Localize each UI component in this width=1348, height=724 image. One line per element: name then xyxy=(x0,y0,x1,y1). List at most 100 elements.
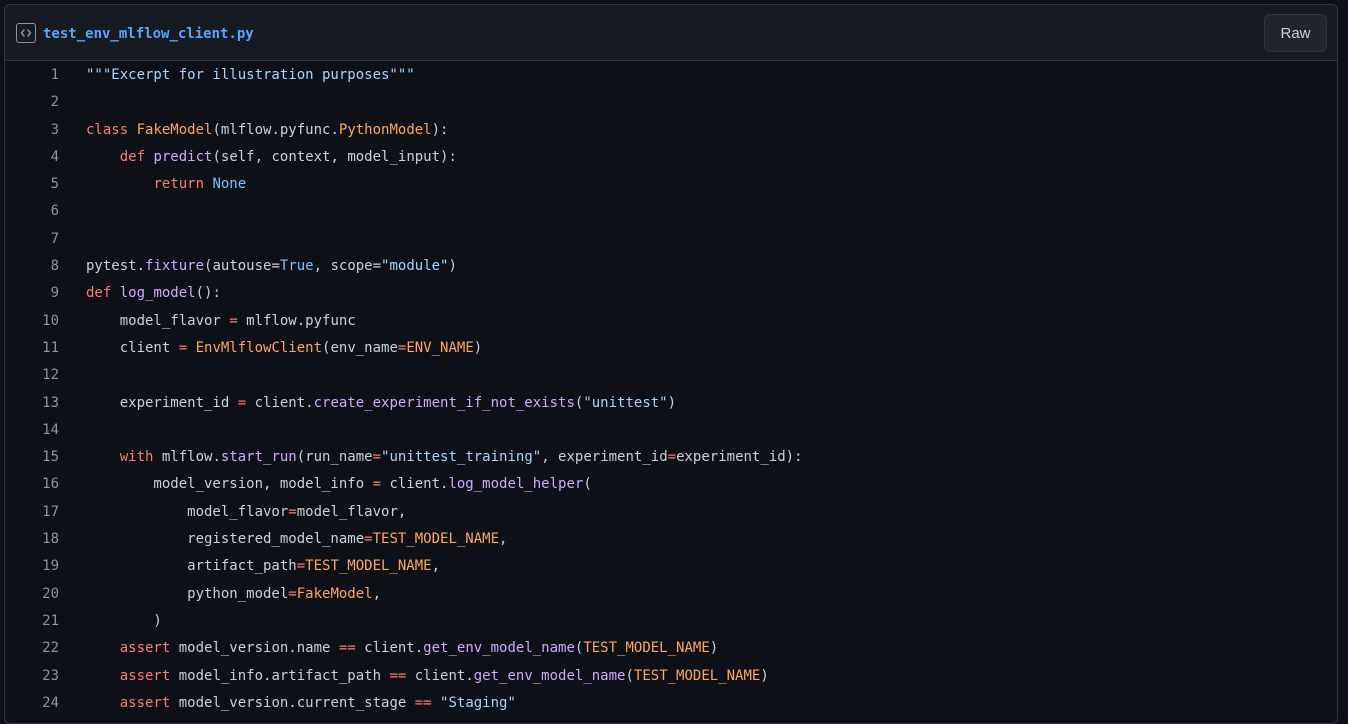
line-number[interactable]: 13 xyxy=(5,390,59,417)
line-number[interactable]: 11 xyxy=(5,335,59,362)
code-token: client. xyxy=(355,640,424,657)
code-token: == xyxy=(389,667,407,684)
code-line: 14 xyxy=(5,417,1337,444)
code-token: , xyxy=(431,558,441,575)
code-token: ) xyxy=(473,339,483,356)
code-line: 19 artifact_path=TEST_MODEL_NAME, xyxy=(5,553,1337,580)
code-token: = xyxy=(667,449,677,466)
code-line: 20 python_model=FakeModel, xyxy=(5,581,1337,608)
line-number[interactable]: 14 xyxy=(5,417,59,444)
line-number[interactable]: 20 xyxy=(5,581,59,608)
code-text: python_model=FakeModel, xyxy=(59,581,381,608)
code-token: , experiment_id xyxy=(541,449,668,466)
code-token: fixture xyxy=(145,258,205,275)
code-line: 23 assert model_info.artifact_path == cl… xyxy=(5,663,1337,690)
code-token: True xyxy=(279,258,314,275)
code-icon xyxy=(16,22,36,43)
code-text: registered_model_name=TEST_MODEL_NAME, xyxy=(59,526,507,553)
code-text: """Excerpt for illustration purposes""" xyxy=(59,62,415,89)
line-number[interactable]: 8 xyxy=(5,253,59,280)
line-number[interactable]: 10 xyxy=(5,308,59,335)
code-token: get_env_model_name xyxy=(473,667,626,684)
line-number[interactable]: 24 xyxy=(5,690,59,717)
code-text: experiment_id = client.create_experiment… xyxy=(59,390,676,417)
code-token: client. xyxy=(406,667,474,684)
code-token: ): xyxy=(431,121,449,138)
code-text: assert model_version.current_stage == "S… xyxy=(59,690,516,717)
line-number[interactable]: 23 xyxy=(5,663,59,690)
line-number[interactable]: 1 xyxy=(5,62,59,89)
code-line: 5 return None xyxy=(5,171,1337,198)
code-token: None xyxy=(212,176,247,193)
code-token: = xyxy=(229,312,238,329)
code-token: (run_name xyxy=(296,449,373,466)
code-line: 6 xyxy=(5,198,1337,225)
code-token: (mlflow.pyfunc. xyxy=(212,121,339,138)
code-token: = xyxy=(288,503,297,520)
code-line: 22 assert model_version.name == client.g… xyxy=(5,635,1337,662)
line-number[interactable]: 2 xyxy=(5,89,59,116)
code-listing: 1 """Excerpt for illustration purposes"""… xyxy=(5,61,1337,717)
code-token: ) xyxy=(709,640,719,657)
code-token: == xyxy=(414,694,432,711)
code-token: """Excerpt for illustration purposes""" xyxy=(86,67,415,83)
code-text: client = EnvMlflowClient(env_name=ENV_NA… xyxy=(59,335,483,362)
file-viewer: test_env_mlflow_client.py Raw 1 """Excerp… xyxy=(4,4,1338,724)
line-number[interactable]: 4 xyxy=(5,144,59,171)
raw-button[interactable]: Raw xyxy=(1264,14,1327,52)
code-token: == xyxy=(338,640,356,657)
line-number[interactable]: 19 xyxy=(5,553,59,580)
file-name-link[interactable]: test_env_mlflow_client.py xyxy=(43,26,254,42)
code-token: (env_name xyxy=(322,339,398,356)
line-number[interactable]: 22 xyxy=(5,635,59,662)
code-token: (): xyxy=(195,285,221,302)
code-token: model_flavor, xyxy=(296,503,407,520)
code-line: 2 xyxy=(5,89,1337,116)
code-token: pytest. xyxy=(86,258,146,275)
code-token: TEST_MODEL_NAME xyxy=(372,531,500,548)
code-token: registered_model_name xyxy=(86,531,365,548)
code-line: 9 def log_model(): xyxy=(5,280,1337,307)
code-token: (autouse= xyxy=(204,258,280,275)
line-number[interactable]: 5 xyxy=(5,171,59,198)
code-token: model_info.artifact_path xyxy=(170,667,390,684)
file-header: test_env_mlflow_client.py Raw xyxy=(5,5,1337,61)
code-text: artifact_path=TEST_MODEL_NAME, xyxy=(59,553,440,580)
code-text: def predict(self, context, model_input): xyxy=(59,144,457,171)
code-line: 7 xyxy=(5,226,1337,253)
code-text: model_flavor = mlflow.pyfunc xyxy=(59,308,356,335)
line-number[interactable]: 18 xyxy=(5,526,59,553)
line-number[interactable]: 16 xyxy=(5,471,59,498)
code-token: , xyxy=(372,585,382,602)
code-token: "Staging" xyxy=(440,694,516,711)
line-number[interactable]: 3 xyxy=(5,117,59,144)
line-number[interactable]: 9 xyxy=(5,280,59,307)
code-text: pytest.fixture(autouse=True, scope="modu… xyxy=(59,253,457,280)
code-token: create_experiment_if_not_exists xyxy=(313,394,575,411)
code-token: mlflow. xyxy=(153,449,221,466)
line-number[interactable]: 17 xyxy=(5,499,59,526)
code-token: class xyxy=(86,121,129,138)
code-token: experiment_id xyxy=(86,394,238,411)
code-token: model_version, model_info xyxy=(86,476,373,493)
code-token: mlflow.pyfunc xyxy=(237,312,356,329)
code-token: = xyxy=(372,476,382,493)
line-number[interactable]: 15 xyxy=(5,444,59,471)
code-token: assert xyxy=(119,694,171,711)
code-token: TEST_MODEL_NAME xyxy=(583,640,710,657)
line-number[interactable]: 21 xyxy=(5,608,59,635)
line-number[interactable]: 6 xyxy=(5,198,59,225)
line-number[interactable]: 7 xyxy=(5,226,59,253)
code-line: 21 ) xyxy=(5,608,1337,635)
line-number[interactable]: 12 xyxy=(5,362,59,389)
code-text: with mlflow.start_run(run_name="unittest… xyxy=(59,444,803,471)
code-line: 12 xyxy=(5,362,1337,389)
code-token: = xyxy=(296,558,306,575)
